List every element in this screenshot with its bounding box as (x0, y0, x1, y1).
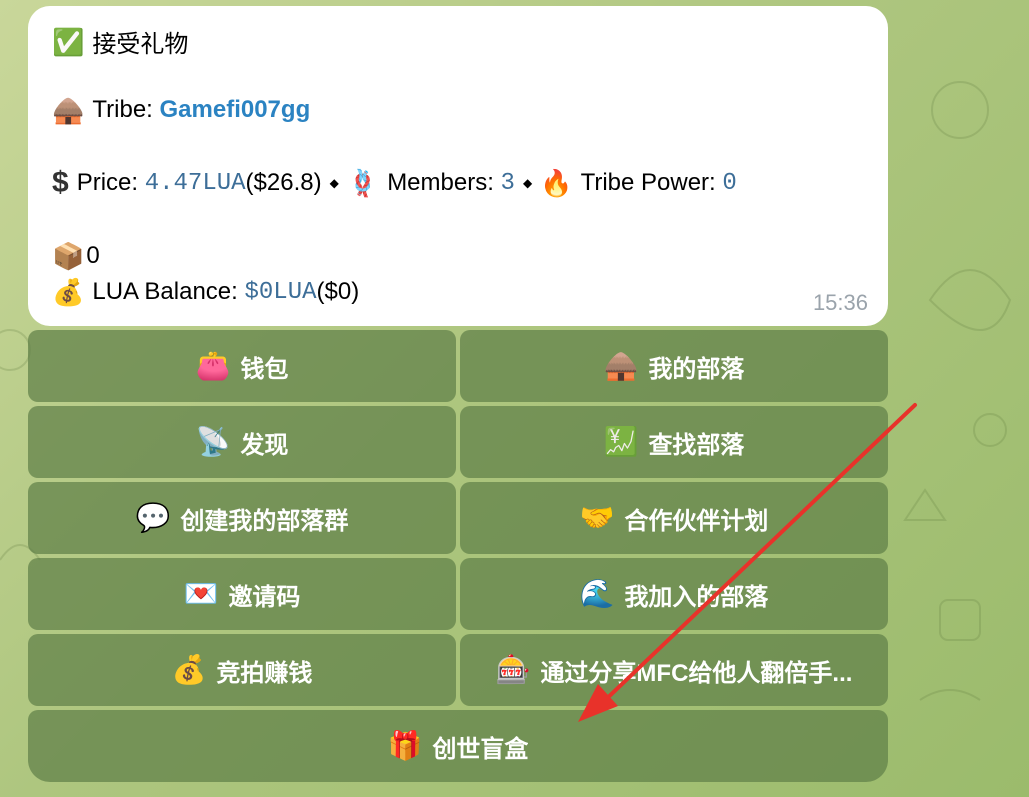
button-label: 竞拍赚钱 (216, 659, 313, 687)
members-label: Members: (387, 169, 501, 196)
hut-icon: 🛖 (603, 350, 639, 381)
tribe-line: 🛖 Tribe: Gamefi007gg (52, 96, 310, 124)
satellite-dish-icon: 📡 (195, 426, 231, 457)
love-letter-icon: 💌 (183, 578, 219, 609)
button-label: 发现 (240, 431, 289, 459)
power-label: Tribe Power: (580, 169, 723, 196)
dollar-icon: $ (52, 166, 69, 199)
price-usd: ($26.8) (245, 169, 322, 196)
package-icon: 📦 (52, 241, 85, 271)
knot-icon: 🪢 (346, 168, 380, 198)
button-label: 我的部落 (648, 355, 745, 383)
button-label: 创建我的部落群 (180, 507, 349, 535)
price-line: $ Price: 4.47LUA ($26.8) ◆ 🪢 Members: 3 … (52, 168, 737, 198)
box-value: 0 (86, 242, 100, 269)
find-tribe-button[interactable]: 💹 查找部落 (460, 406, 888, 478)
message-time: 15:36 (812, 290, 868, 315)
share-mfc-button[interactable]: 🎰 通过分享MFC给他人翻倍手... (460, 634, 888, 706)
separator-icon: ◆ (329, 176, 339, 190)
my-tribe-button[interactable]: 🛖 我的部落 (460, 330, 888, 402)
balance-usd: ($0) (316, 278, 360, 305)
button-label: 合作伙伴计划 (624, 507, 769, 535)
create-tribe-group-button[interactable]: 💬 创建我的部落群 (28, 482, 456, 554)
price-label: Price: (76, 169, 145, 196)
money-bag-icon: 💰 (171, 654, 207, 685)
wave-icon: 🌊 (579, 578, 615, 609)
genesis-blind-box-button[interactable]: 🎁 创世盲盒 (28, 710, 888, 782)
members-value: 3 (500, 169, 515, 197)
check-mark-icon: ✅ (52, 26, 85, 57)
button-label: 查找部落 (648, 431, 745, 459)
handshake-icon: 🤝 (579, 502, 615, 533)
joined-tribes-button[interactable]: 🌊 我加入的部落 (460, 558, 888, 630)
box-line: 📦 0 (52, 242, 100, 270)
money-bag-icon: 💰 (52, 277, 85, 307)
gift-icon: 🎁 (387, 730, 423, 761)
balance-value: $0LUA (244, 278, 317, 306)
chart-yen-icon: 💹 (603, 426, 639, 457)
partner-program-button[interactable]: 🤝 合作伙伴计划 (460, 482, 888, 554)
separator-icon: ◆ (522, 176, 533, 190)
tribe-label: Tribe: (92, 96, 160, 123)
inline-keyboard: 👛 钱包 🛖 我的部落 📡 发现 💹 查找部落 💬 创建我的部落群 🤝 合作伙伴… (28, 330, 888, 786)
balance-line: 💰 LUA Balance: $0LUA ($0) (52, 278, 359, 306)
balance-label: LUA Balance: (92, 278, 245, 305)
wallet-button[interactable]: 👛 钱包 (28, 330, 456, 402)
button-label: 钱包 (240, 355, 289, 383)
button-label: 我加入的部落 (624, 583, 769, 611)
invite-code-button[interactable]: 💌 邀请码 (28, 558, 456, 630)
button-label: 通过分享MFC给他人翻倍手... (540, 659, 853, 687)
button-label: 创世盲盒 (432, 735, 529, 763)
message-title: 接受礼物 (92, 31, 189, 58)
price-value: 4.47LUA (144, 169, 246, 197)
speech-bubble-icon: 💬 (135, 502, 171, 533)
auction-earn-button[interactable]: 💰 竞拍赚钱 (28, 634, 456, 706)
power-value: 0 (722, 169, 737, 197)
tribe-name-link[interactable]: Gamefi007gg (160, 96, 311, 124)
fire-icon: 🔥 (540, 168, 573, 198)
message-title-line: ✅ 接受礼物 (52, 24, 188, 59)
slot-machine-icon: 🎰 (495, 654, 531, 685)
button-label: 邀请码 (228, 583, 301, 611)
hut-icon: 🛖 (52, 95, 85, 125)
message-bubble: ✅ 接受礼物 🛖 Tribe: Gamefi007gg $ Price: 4.4… (28, 6, 888, 326)
purse-icon: 👛 (195, 350, 231, 381)
discover-button[interactable]: 📡 发现 (28, 406, 456, 478)
